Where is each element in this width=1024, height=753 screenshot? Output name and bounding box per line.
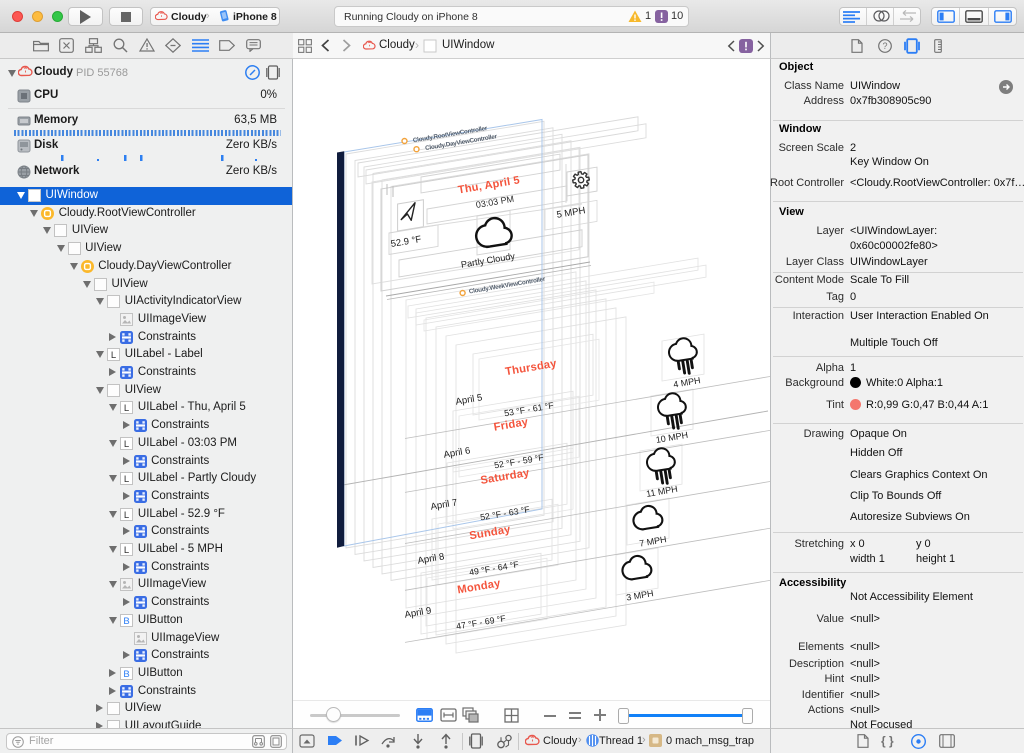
svg-text:Partly Cloudy: Partly Cloudy [460, 251, 516, 270]
svg-text:Saturday: Saturday [480, 467, 531, 487]
svg-text:53 °F - 61 °F: 53 °F - 61 °F [503, 400, 555, 418]
svg-text:L: L [111, 350, 116, 361]
svg-text:?: ? [882, 41, 887, 51]
svg-text:April 6: April 6 [443, 445, 471, 460]
svg-text:April 7: April 7 [430, 497, 458, 512]
svg-text:Cloudy.WeekViewController: Cloudy.WeekViewController [468, 276, 546, 296]
svg-text:Thursday: Thursday [504, 358, 558, 379]
svg-text:L: L [124, 510, 129, 521]
svg-text:L: L [124, 403, 129, 414]
svg-text:03:03 PM: 03:03 PM [475, 194, 515, 210]
svg-text:L: L [124, 439, 129, 450]
svg-text:Friday: Friday [493, 416, 530, 434]
svg-text:L: L [124, 474, 129, 485]
svg-text:11 MPH: 11 MPH [645, 484, 678, 499]
svg-text:47 °F - 69 °F: 47 °F - 69 °F [455, 613, 507, 631]
svg-text:52.9 °F: 52.9 °F [390, 234, 422, 250]
svg-text:B: B [124, 669, 130, 680]
svg-text:L: L [124, 545, 129, 556]
svg-text:49 °F - 64 °F: 49 °F - 64 °F [468, 559, 520, 577]
svg-text:B: B [124, 616, 130, 627]
svg-text:4 MPH: 4 MPH [673, 375, 702, 389]
svg-text:10 MPH: 10 MPH [655, 430, 689, 445]
